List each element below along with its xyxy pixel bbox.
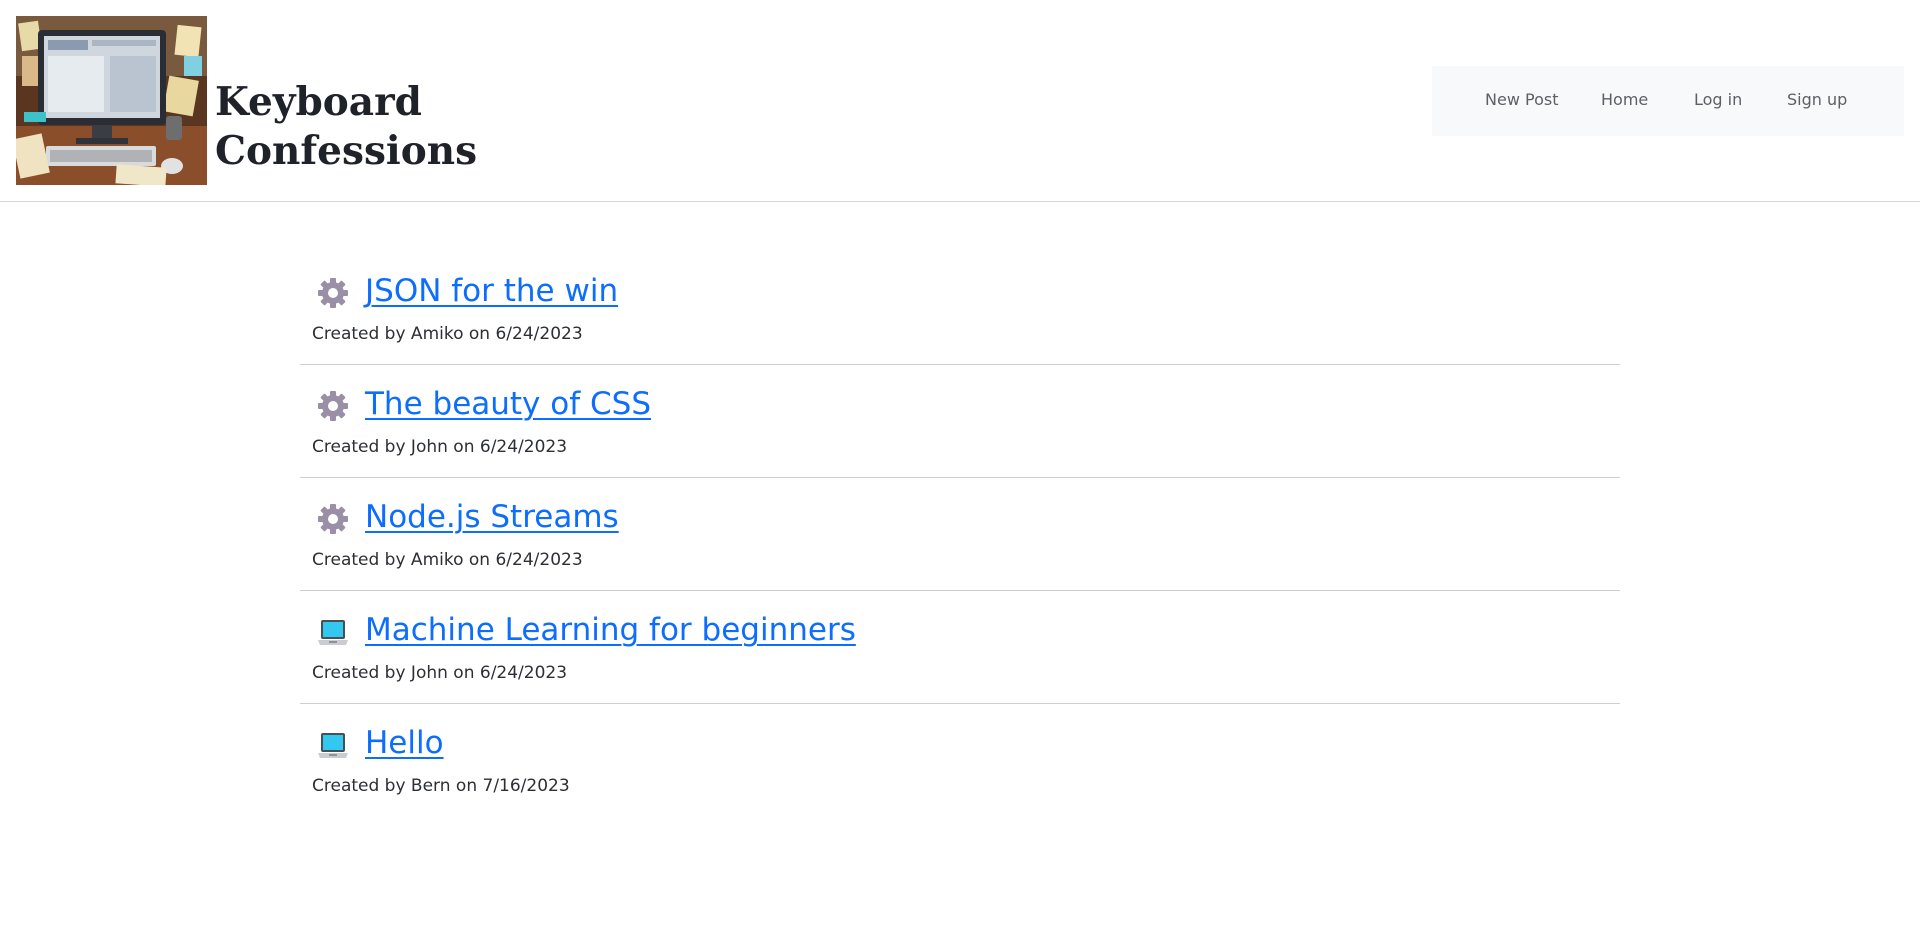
logo-image[interactable] bbox=[16, 16, 207, 185]
gear-icon bbox=[318, 278, 348, 308]
nav-home-link[interactable]: Home bbox=[1601, 90, 1648, 110]
post-meta: Created by Amiko on 6/24/2023 bbox=[312, 324, 583, 344]
site-title-line-1: Keyboard bbox=[215, 79, 422, 125]
post-title-link[interactable]: JSON for the win bbox=[365, 270, 618, 312]
post-title-link[interactable]: The beauty of CSS bbox=[365, 383, 651, 425]
post-title-link[interactable]: Hello bbox=[365, 722, 444, 764]
post-item: JSON for the win Created by Amiko on 6/2… bbox=[300, 252, 1620, 365]
post-title-link[interactable]: Machine Learning for beginners bbox=[365, 609, 856, 651]
nav-login-link[interactable]: Log in bbox=[1694, 90, 1742, 110]
site-title-line-2: Confessions bbox=[215, 128, 478, 174]
nav-new-post-link[interactable]: New Post bbox=[1485, 90, 1558, 110]
post-meta: Created by John on 6/24/2023 bbox=[312, 437, 568, 457]
gear-icon bbox=[318, 504, 348, 534]
post-meta: Created by Amiko on 6/24/2023 bbox=[312, 550, 583, 570]
laptop-icon bbox=[318, 620, 348, 645]
gear-icon bbox=[318, 391, 348, 421]
post-item: The beauty of CSS Created by John on 6/2… bbox=[300, 365, 1620, 478]
desk-computer-illustration bbox=[16, 16, 207, 185]
post-item: Node.js Streams Created by Amiko on 6/24… bbox=[300, 478, 1620, 591]
post-item: Hello Created by Bern on 7/16/2023 bbox=[300, 704, 1620, 817]
post-list: JSON for the win Created by Amiko on 6/2… bbox=[300, 252, 1620, 817]
post-item: Machine Learning for beginners Created b… bbox=[300, 591, 1620, 704]
post-meta: Created by John on 6/24/2023 bbox=[312, 663, 568, 683]
post-title-link[interactable]: Node.js Streams bbox=[365, 496, 619, 538]
site-title[interactable]: Keyboard Confessions bbox=[215, 78, 478, 176]
post-meta: Created by Bern on 7/16/2023 bbox=[312, 776, 570, 796]
nav-signup-link[interactable]: Sign up bbox=[1787, 90, 1847, 110]
laptop-icon bbox=[318, 733, 348, 758]
site-header: Keyboard Confessions New Post Home Log i… bbox=[0, 0, 1920, 202]
navbar: New Post Home Log in Sign up bbox=[1432, 66, 1904, 136]
